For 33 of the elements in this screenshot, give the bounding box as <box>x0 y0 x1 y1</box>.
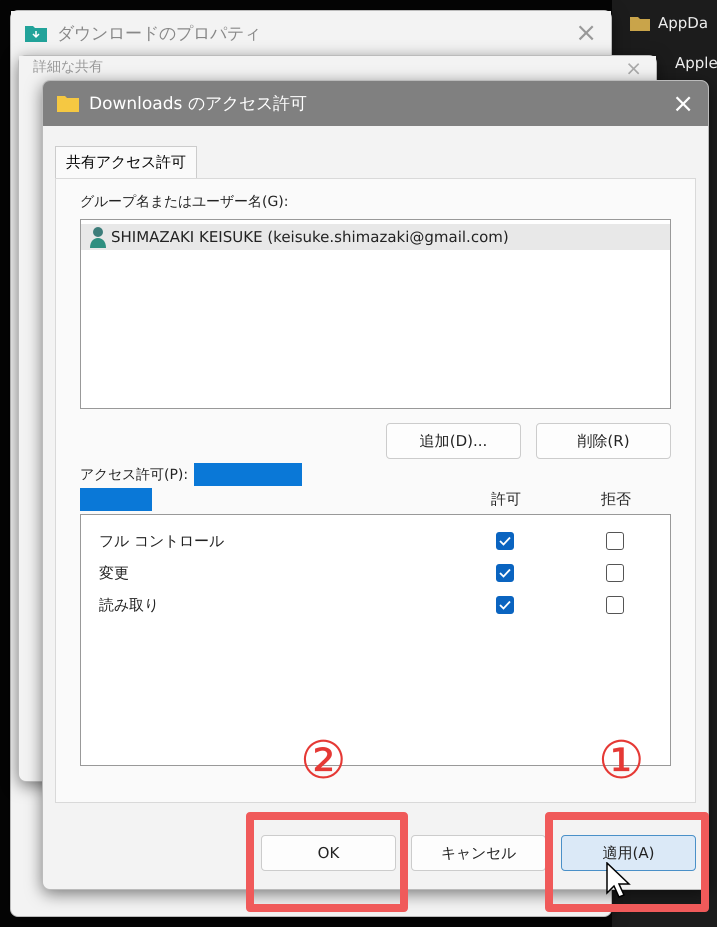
folder-label[interactable]: Apple <box>675 54 717 72</box>
window-title: Downloads のアクセス許可 <box>89 93 308 115</box>
permissions-label: アクセス許可(P): <box>80 466 188 484</box>
checkbox[interactable] <box>606 564 624 582</box>
ok-button[interactable]: OK <box>261 835 396 871</box>
window-title: ダウンロードのプロパティ <box>57 22 262 44</box>
apply-button[interactable]: 適用(A) <box>561 835 696 871</box>
checkbox[interactable] <box>496 564 514 582</box>
user-row[interactable]: SHIMAZAKI KEISUKE (keisuke.shimazaki@gmail.com) <box>81 224 670 250</box>
folder-icon <box>630 15 650 31</box>
column-header: 拒否 <box>600 490 632 508</box>
cancel-button[interactable]: キャンセル <box>411 835 546 871</box>
window-title: 詳細な共有 <box>33 58 104 76</box>
redaction-block <box>80 488 152 510</box>
user-icon <box>89 226 107 248</box>
permission-name: 変更 <box>99 564 130 582</box>
folder-label[interactable]: AppDa <box>658 14 708 32</box>
add-button[interactable]: 追加(D)... <box>386 423 521 459</box>
step-number: ① <box>598 735 645 787</box>
permission-name: フル コントロール <box>99 532 225 550</box>
permission-name: 読み取り <box>99 596 160 614</box>
checkbox[interactable] <box>496 596 514 614</box>
download-folder-icon <box>25 24 47 42</box>
remove-button[interactable]: 削除(R) <box>536 423 671 459</box>
folder-icon <box>57 95 79 112</box>
group-label: グループ名またはユーザー名(G): <box>80 193 290 211</box>
column-header: 許可 <box>490 490 522 508</box>
checkbox[interactable] <box>606 596 624 614</box>
tab[interactable]: 共有アクセス許可 <box>55 146 197 178</box>
close-button[interactable]: × <box>672 90 694 116</box>
checkbox[interactable] <box>606 532 624 550</box>
checkbox[interactable] <box>496 532 514 550</box>
step-number: ② <box>300 735 347 787</box>
